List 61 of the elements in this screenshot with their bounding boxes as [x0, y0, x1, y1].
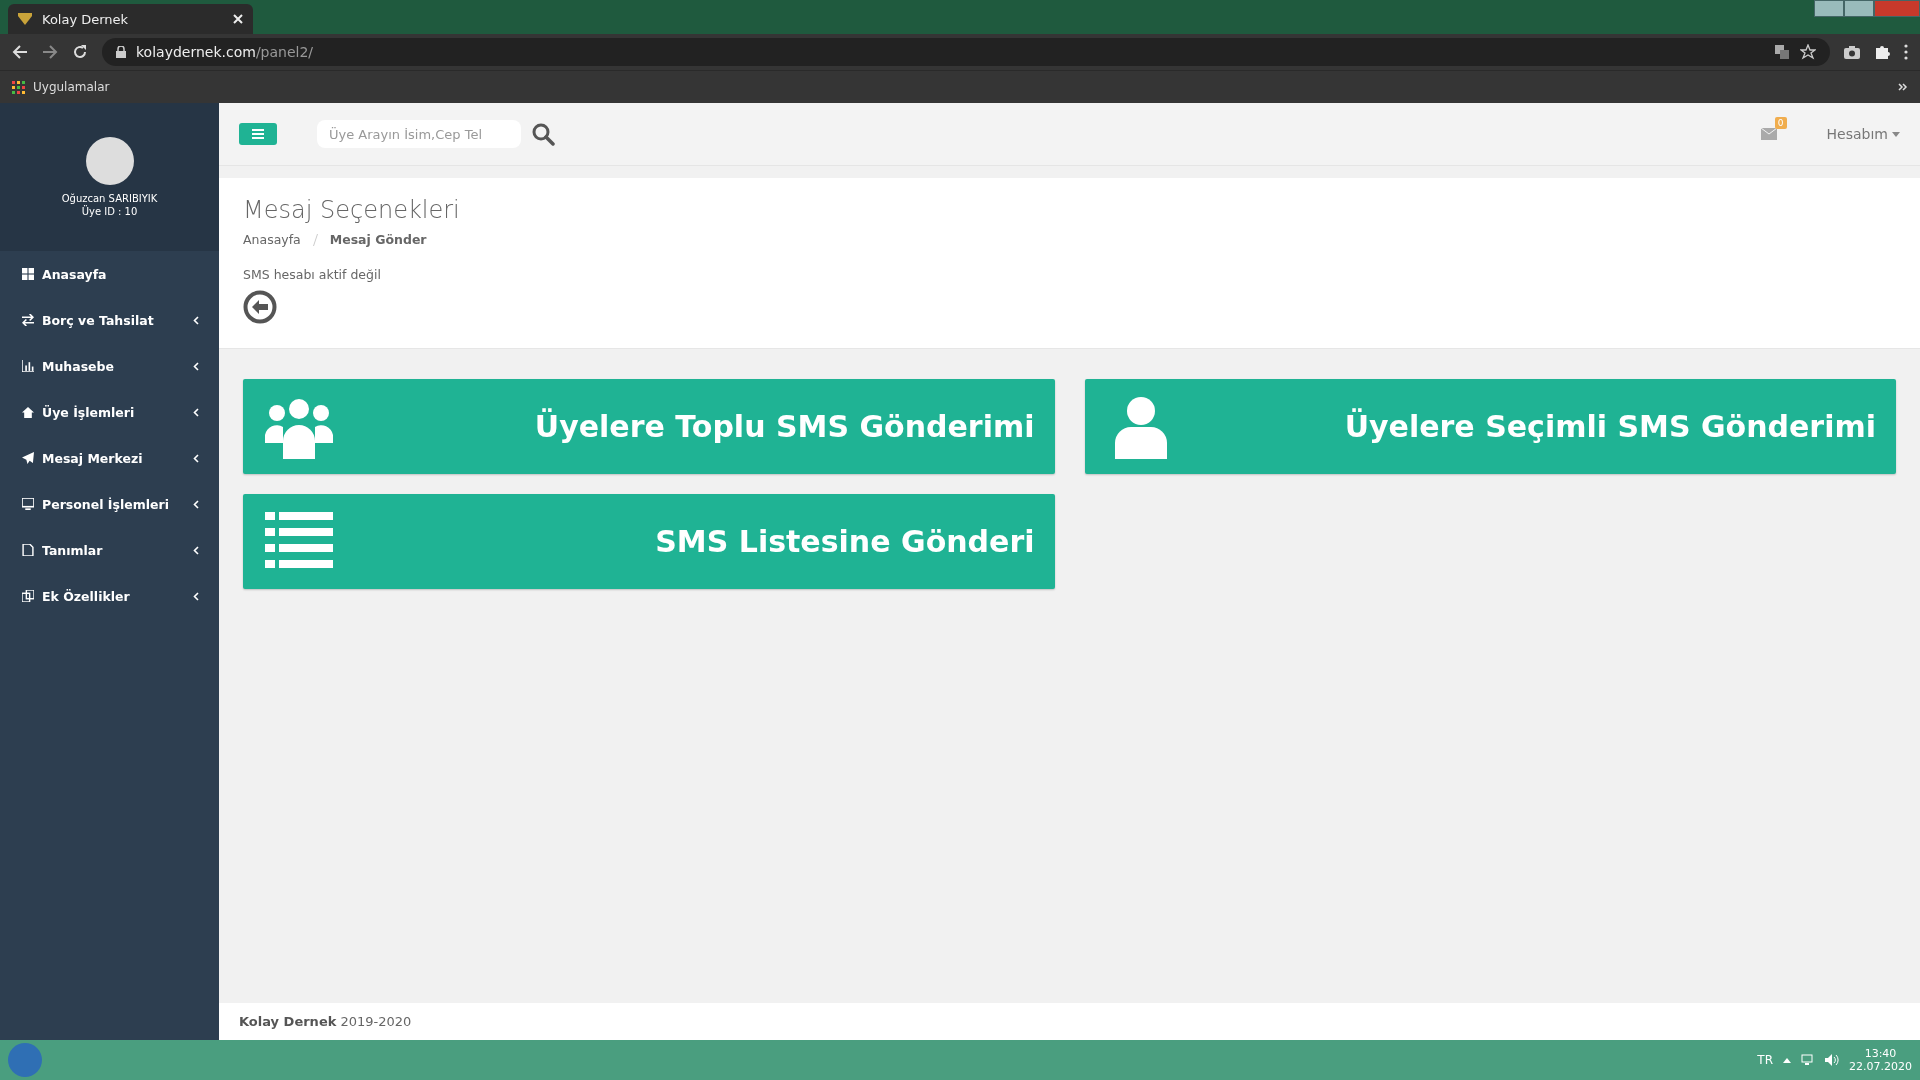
speaker-icon[interactable]	[1825, 1054, 1839, 1066]
grid-icon	[22, 268, 34, 280]
back-arrow-circle-icon[interactable]	[243, 290, 277, 324]
slash-separator-icon	[312, 233, 318, 246]
double-chevron-icon[interactable]	[1898, 83, 1908, 91]
sidebar-item[interactable]: Ek Özellikler	[0, 573, 219, 619]
close-icon[interactable]	[233, 14, 243, 24]
chevron-left-icon	[193, 315, 199, 325]
back-arrow-icon[interactable]	[12, 44, 28, 60]
sidebar-item[interactable]: Personel İşlemleri	[0, 481, 219, 527]
avatar-placeholder	[85, 137, 134, 185]
bar-chart-icon	[22, 360, 34, 372]
sidebar-item[interactable]: Mesaj Merkezi	[0, 435, 219, 481]
caret-icon	[1892, 131, 1900, 137]
menu-button[interactable]	[239, 123, 277, 145]
house-icon	[22, 406, 34, 418]
star-icon[interactable]	[1800, 44, 1816, 60]
browser-tab[interactable]: Kolay Dernek	[8, 4, 253, 34]
document-icon	[22, 544, 34, 556]
user-id: Üye ID : 10	[81, 206, 138, 217]
sidebar-item[interactable]: Borç ve Tahsilat	[0, 297, 219, 343]
restore-button[interactable]	[1844, 0, 1874, 17]
paper-plane-icon	[22, 452, 34, 464]
breadcrumb-current: Mesaj Gönder	[329, 232, 427, 247]
bookmark-link[interactable]: Uygulamalar	[33, 80, 110, 94]
arrows-icon	[22, 314, 34, 326]
chevron-left-icon	[193, 407, 199, 417]
search-field[interactable]: Üye Arayın İsim,Cep Tel	[317, 120, 521, 148]
status-message: SMS hesabı aktif değil	[243, 267, 382, 282]
sidebar-item[interactable]: Üye İşlemleri	[0, 389, 219, 435]
tray-arrow-icon[interactable]	[1783, 1057, 1791, 1063]
breadcrumb-link[interactable]: Anasayfa	[243, 232, 301, 247]
sidebar-item[interactable]: Tanımlar	[0, 527, 219, 573]
account-dropdown[interactable]: Hesabım	[1826, 126, 1900, 142]
chevron-left-icon	[193, 361, 199, 371]
copy-icon	[22, 590, 34, 602]
puzzle-icon[interactable]	[1874, 44, 1890, 60]
search-icon[interactable]	[531, 122, 555, 146]
menu-icon	[252, 129, 264, 139]
more-menu-icon[interactable]	[1904, 44, 1908, 60]
url-text: kolaydernek.com/panel2/	[136, 44, 314, 60]
page-title: Mesaj Seçenekleri	[243, 196, 461, 224]
apps-grid-icon[interactable]	[12, 80, 25, 94]
chevron-left-icon	[193, 591, 199, 601]
reload-icon[interactable]	[72, 44, 88, 60]
network-icon[interactable]	[1801, 1054, 1815, 1066]
start-button[interactable]	[8, 1043, 42, 1077]
chevron-left-icon	[193, 499, 199, 509]
address-bar[interactable]: kolaydernek.com/panel2/	[102, 38, 1830, 66]
lock-icon	[116, 46, 126, 58]
footer-text: Kolay Dernek 2019-2020	[239, 1014, 412, 1029]
count-badge: 0	[1774, 116, 1787, 129]
forward-arrow-icon[interactable]	[42, 44, 58, 60]
sidebar-item[interactable]: Anasayfa	[0, 251, 219, 297]
camera-icon[interactable]	[1844, 45, 1860, 59]
minimize-button[interactable]	[1814, 0, 1844, 17]
sidebar-item[interactable]: Muhasebe	[0, 343, 219, 389]
monitor-icon	[22, 498, 34, 510]
user-name: Oğuzcan SARIBIYIK	[61, 193, 158, 204]
chevron-left-icon	[193, 545, 199, 555]
chevron-left-icon	[193, 453, 199, 463]
